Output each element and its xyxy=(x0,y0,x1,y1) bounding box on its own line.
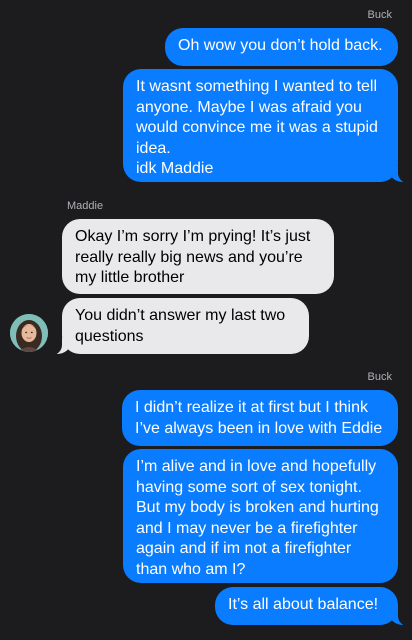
message-text: It wasnt something I wanted to tell anyo… xyxy=(136,78,378,177)
sender-label-buck: Buck xyxy=(367,371,392,383)
message-bubble-outgoing[interactable]: It wasnt something I wanted to tell anyo… xyxy=(123,69,410,183)
message-bubble-incoming[interactable]: You didn’t answer my last two questions xyxy=(50,298,309,355)
message-bubble-outgoing[interactable]: I didn’t realize it at first but I think… xyxy=(122,390,398,446)
avatar-portrait-icon xyxy=(10,314,48,352)
message-text: You didn’t answer my last two questions xyxy=(75,307,286,345)
message-text: It’s all about balance! xyxy=(228,596,379,613)
message-bubble-incoming[interactable]: Okay I’m sorry I’m prying! It’s just rea… xyxy=(62,219,334,294)
contact-avatar-photo[interactable] xyxy=(10,314,48,352)
message-bubble-outgoing[interactable]: Oh wow you don’t hold back. xyxy=(165,28,398,66)
sender-label-buck: Buck xyxy=(367,9,392,21)
message-bubble-outgoing[interactable]: I’m alive and in love and hopefully havi… xyxy=(123,449,398,583)
sender-label-maddie: Maddie xyxy=(67,200,104,212)
message-bubble-outgoing[interactable]: It’s all about balance! xyxy=(215,587,410,626)
